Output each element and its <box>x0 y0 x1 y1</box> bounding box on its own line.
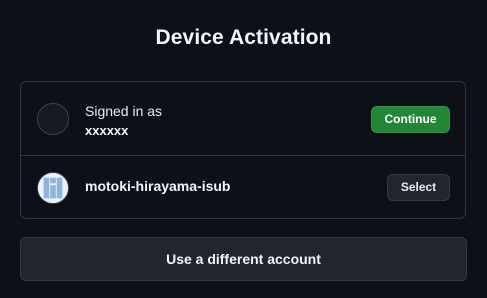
signed-in-info: Signed in as xxxxxx <box>85 102 162 140</box>
use-different-account-button[interactable]: Use a different account <box>20 237 467 281</box>
account-row-other: motoki-hirayama-isub Select <box>21 156 465 219</box>
account-list: Signed in as xxxxxx Continue motoki-hira… <box>20 81 466 219</box>
account-username: motoki-hirayama-isub <box>85 178 231 194</box>
signed-in-username: xxxxxx <box>85 123 129 138</box>
identicon-avatar-icon <box>37 172 69 204</box>
select-button[interactable]: Select <box>387 174 450 201</box>
signed-in-label: Signed in as <box>85 103 163 119</box>
page-title: Device Activation <box>155 26 332 49</box>
avatar <box>37 103 69 135</box>
continue-button[interactable]: Continue <box>371 106 450 133</box>
account-row-current: Signed in as xxxxxx Continue <box>21 82 465 156</box>
